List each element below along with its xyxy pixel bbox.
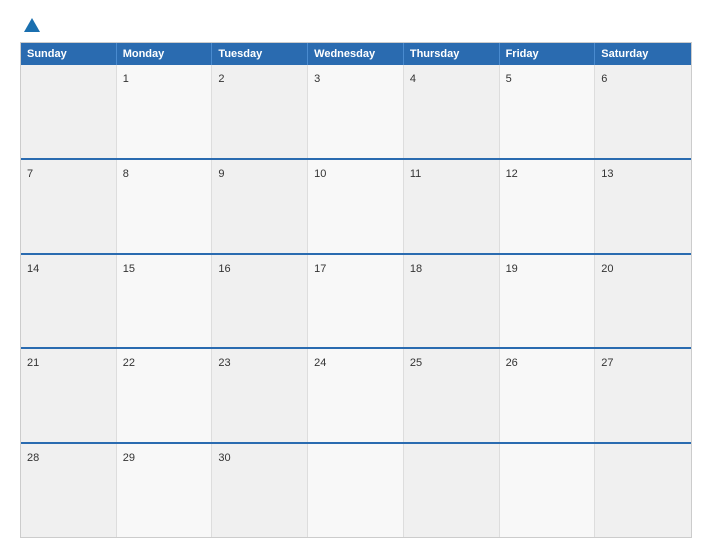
day-number: 8: [123, 168, 129, 180]
day-number: 26: [506, 357, 518, 369]
calendar-page: SundayMondayTuesdayWednesdayThursdayFrid…: [0, 0, 712, 550]
day-cell: 3: [308, 65, 404, 158]
day-cell: 11: [404, 160, 500, 253]
day-header-wednesday: Wednesday: [308, 43, 404, 65]
day-cell: 2: [212, 65, 308, 158]
day-cell: 21: [21, 349, 117, 442]
day-number: 7: [27, 168, 33, 180]
day-cell: 6: [595, 65, 691, 158]
week-row-4: 21 22 23 24 25 26 27: [21, 347, 691, 442]
weeks-container: 1234567891011121314151617181920212223242…: [21, 65, 691, 537]
day-number: 13: [601, 168, 613, 180]
week-row-1: 1 2 3 4 5 6: [21, 65, 691, 158]
day-cell: 12: [500, 160, 596, 253]
day-number: 3: [314, 73, 320, 85]
day-cell: 4: [404, 65, 500, 158]
day-cell: 23: [212, 349, 308, 442]
day-cell: 30: [212, 444, 308, 537]
day-number: 5: [506, 73, 512, 85]
day-number: 15: [123, 263, 135, 275]
day-cell: 14: [21, 255, 117, 348]
day-headers-row: SundayMondayTuesdayWednesdayThursdayFrid…: [21, 43, 691, 65]
day-cell: [21, 65, 117, 158]
day-cell: 17: [308, 255, 404, 348]
day-cell: 20: [595, 255, 691, 348]
day-cell: 9: [212, 160, 308, 253]
day-header-saturday: Saturday: [595, 43, 691, 65]
day-cell: [500, 444, 596, 537]
day-number: 6: [601, 73, 607, 85]
day-cell: 5: [500, 65, 596, 158]
day-number: 19: [506, 263, 518, 275]
day-header-sunday: Sunday: [21, 43, 117, 65]
day-header-tuesday: Tuesday: [212, 43, 308, 65]
day-number: 4: [410, 73, 416, 85]
day-number: 21: [27, 357, 39, 369]
day-cell: 1: [117, 65, 213, 158]
day-cell: 7: [21, 160, 117, 253]
day-cell: [404, 444, 500, 537]
day-header-thursday: Thursday: [404, 43, 500, 65]
day-cell: 13: [595, 160, 691, 253]
day-header-friday: Friday: [500, 43, 596, 65]
day-number: 23: [218, 357, 230, 369]
day-cell: 18: [404, 255, 500, 348]
day-number: 2: [218, 73, 224, 85]
day-number: 20: [601, 263, 613, 275]
header: [20, 18, 692, 32]
calendar-grid: SundayMondayTuesdayWednesdayThursdayFrid…: [20, 42, 692, 538]
day-header-monday: Monday: [117, 43, 213, 65]
day-number: 11: [410, 168, 421, 180]
day-number: 30: [218, 452, 230, 464]
day-cell: 10: [308, 160, 404, 253]
week-row-5: 28 29 30: [21, 442, 691, 537]
day-number: 28: [27, 452, 39, 464]
day-cell: 22: [117, 349, 213, 442]
day-cell: 24: [308, 349, 404, 442]
day-number: 24: [314, 357, 326, 369]
day-number: 27: [601, 357, 613, 369]
day-number: 1: [123, 73, 129, 85]
day-cell: 27: [595, 349, 691, 442]
day-cell: 28: [21, 444, 117, 537]
day-number: 16: [218, 263, 230, 275]
logo: [20, 18, 40, 32]
day-number: 17: [314, 263, 326, 275]
day-cell: 29: [117, 444, 213, 537]
day-number: 22: [123, 357, 135, 369]
day-number: 18: [410, 263, 422, 275]
day-number: 14: [27, 263, 39, 275]
day-number: 29: [123, 452, 135, 464]
day-number: 9: [218, 168, 224, 180]
week-row-2: 7 8 9 10 11 12 13: [21, 158, 691, 253]
day-cell: [595, 444, 691, 537]
week-row-3: 14 15 16 17 18 19 20: [21, 253, 691, 348]
day-cell: 15: [117, 255, 213, 348]
day-cell: 25: [404, 349, 500, 442]
day-cell: 16: [212, 255, 308, 348]
day-cell: 19: [500, 255, 596, 348]
day-cell: 8: [117, 160, 213, 253]
day-number: 12: [506, 168, 518, 180]
day-cell: 26: [500, 349, 596, 442]
day-number: 10: [314, 168, 326, 180]
day-cell: [308, 444, 404, 537]
day-number: 25: [410, 357, 422, 369]
